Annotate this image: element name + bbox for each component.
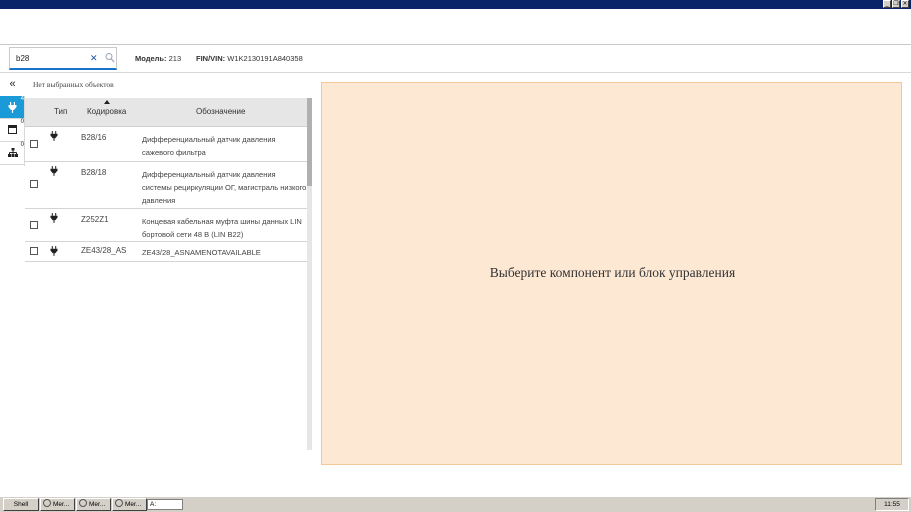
taskbar-shell[interactable]: Shell	[3, 498, 39, 511]
toolbar: ✕ Модель: 213 FIN/VIN: W1K2130191A840358	[0, 45, 911, 73]
model-value: 213	[168, 54, 182, 63]
vehicle-vin: FIN/VIN: W1K2130191A840358	[196, 54, 303, 63]
table-row[interactable]: B28/16 Дифференциальный датчик давления …	[25, 127, 307, 162]
network-icon	[8, 148, 18, 157]
component-table: Тип Кодировка Обозначение B28/16 Диффере…	[25, 98, 307, 262]
taskbar-label: Mer...	[53, 501, 70, 508]
close-window-button[interactable]: ×	[901, 0, 909, 8]
detail-panel: Выберите компонент или блок управления	[321, 82, 902, 465]
table-row[interactable]: B28/18 Дифференциальный датчик давления …	[25, 162, 307, 209]
table-row[interactable]: ZE43/28_AS ZE43/28_ASNAMENOTAVAILABLE	[25, 242, 307, 262]
window-controls: _ ❐ ×	[883, 0, 909, 9]
row-code: Z252Z1	[81, 215, 109, 224]
row-checkbox[interactable]	[30, 221, 38, 229]
taskbar-app[interactable]: Mer...	[40, 498, 75, 511]
placeholder-message: Выберите компонент или блок управления	[489, 265, 736, 280]
model-label: Модель:	[135, 54, 167, 63]
row-description: Концевая кабельная муфта шины данных LIN…	[142, 217, 302, 239]
taskbar-app[interactable]: Mer...	[112, 498, 147, 511]
row-checkbox[interactable]	[30, 140, 38, 148]
vin-value: W1K2130191A840358	[227, 54, 303, 63]
mercedes-logo-icon	[79, 499, 87, 507]
category-rail: « 4 0 0	[0, 73, 25, 167]
plug-icon	[8, 102, 17, 113]
row-code: B28/16	[81, 133, 107, 142]
sort-ascending-icon	[104, 100, 110, 104]
plug-icon	[50, 246, 58, 256]
selection-status: Нет выбранных объектов	[33, 80, 114, 89]
taskbar-app[interactable]: Mer...	[76, 498, 111, 511]
vehicle-model: Модель: 213	[135, 54, 181, 63]
rail-item-control-units[interactable]: 0	[0, 119, 25, 142]
scrollbar-thumb[interactable]	[307, 98, 312, 186]
column-header-description[interactable]: Обозначение	[196, 107, 245, 116]
row-code: ZE43/28_AS	[81, 246, 127, 255]
taskbar-label: Mer...	[125, 501, 142, 508]
minimize-button[interactable]: _	[883, 0, 891, 8]
search-icon[interactable]	[105, 52, 115, 64]
table-header: Тип Кодировка Обозначение	[25, 98, 307, 127]
collapse-panel-button[interactable]: «	[0, 73, 25, 96]
taskbar-label: Shell	[13, 501, 29, 508]
row-code: B28/18	[81, 168, 107, 177]
taskbar: Shell Mer... Mer... Mer... A: 11:55	[0, 496, 911, 512]
table-scrollbar[interactable]	[307, 98, 312, 450]
rail-item-network[interactable]: 0	[0, 142, 25, 165]
taskbar-address-input[interactable]: A:	[147, 499, 183, 510]
row-checkbox[interactable]	[30, 247, 38, 255]
table-row[interactable]: Z252Z1 Концевая кабельная муфта шины дан…	[25, 209, 307, 242]
column-header-type[interactable]: Тип	[54, 107, 67, 116]
taskbar-label: Mer...	[89, 501, 106, 508]
restore-button[interactable]: ❐	[892, 0, 900, 8]
taskbar-clock: 11:55	[875, 498, 909, 511]
row-description: Дифференциальный датчик давления сажевог…	[142, 135, 276, 157]
row-checkbox[interactable]	[30, 180, 38, 188]
column-header-code[interactable]: Кодировка	[87, 107, 126, 116]
clear-search-icon[interactable]: ✕	[90, 53, 98, 63]
control-unit-icon	[8, 125, 17, 134]
plug-icon	[50, 213, 58, 223]
app-header	[0, 9, 911, 45]
search-input[interactable]	[16, 51, 86, 66]
plug-icon	[50, 166, 58, 176]
plug-icon	[50, 131, 58, 141]
vin-label: FIN/VIN:	[196, 54, 226, 63]
rail-item-components[interactable]: 4	[0, 96, 25, 119]
row-description: Дифференциальный датчик давления системы…	[142, 170, 307, 205]
row-description: ZE43/28_ASNAMENOTAVAILABLE	[142, 248, 261, 257]
mercedes-logo-icon	[43, 499, 51, 507]
mercedes-logo-icon	[115, 499, 123, 507]
search-box: ✕	[9, 47, 117, 70]
window-titlebar: _ ❐ ×	[0, 0, 911, 9]
